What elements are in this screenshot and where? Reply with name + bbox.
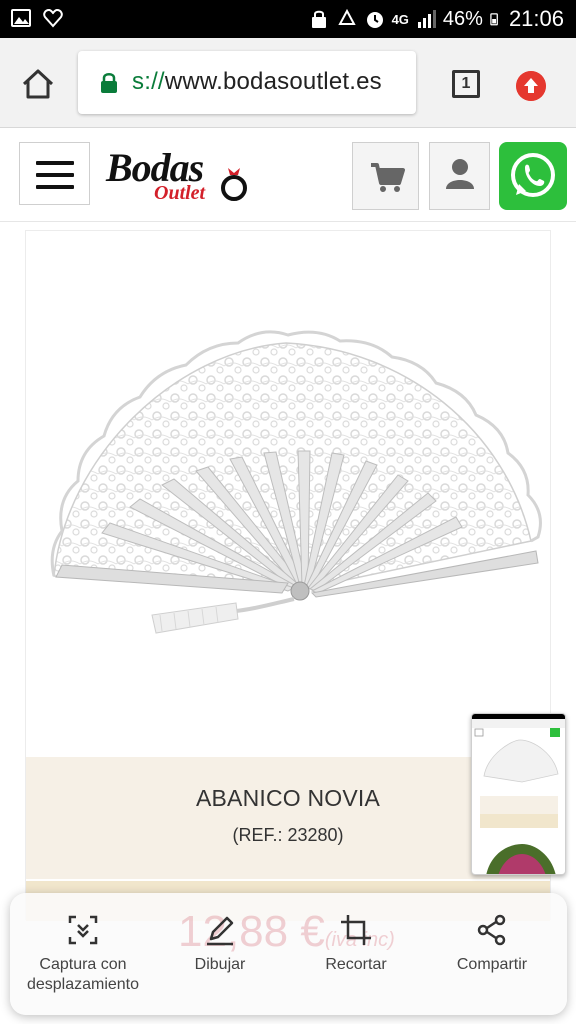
alarm-icon (366, 12, 383, 28)
lock-icon (101, 73, 117, 93)
site-header: Bodas Outlet (0, 128, 576, 222)
product-image[interactable] (26, 231, 550, 757)
screenshot-thumbnail[interactable] (471, 713, 566, 875)
share-icon (477, 914, 506, 946)
site-logo[interactable]: Bodas Outlet (106, 144, 252, 206)
thumbnail-preview (472, 714, 565, 874)
cart-icon (371, 163, 405, 192)
screen: 4G 46% 21:06 s://www.bodasoutlet.es 1 Bo… (0, 0, 576, 1024)
user-icon (446, 159, 474, 189)
heart-icon (43, 8, 63, 28)
address-bar[interactable]: s://www.bodasoutlet.es (78, 51, 416, 114)
network-type: 4G (391, 11, 409, 27)
url-scheme: s:// (132, 68, 165, 95)
clock: 21:06 (508, 6, 564, 31)
capture-toolbar: 12,88 €(iva inc) Captura con desplazamie… (10, 893, 567, 1015)
scroll-capture-label-1: Captura con (39, 956, 127, 973)
logo-sub-text: Outlet (154, 182, 206, 204)
signal-icon (417, 10, 436, 28)
url-text: s://www.bodasoutlet.es (132, 68, 382, 96)
ring-icon (221, 168, 247, 201)
whatsapp-icon (511, 153, 555, 197)
crop-button[interactable]: Recortar (291, 913, 421, 1003)
whatsapp-button[interactable] (499, 142, 567, 210)
account-button[interactable] (429, 142, 490, 210)
hamburger-icon[interactable] (19, 142, 90, 205)
tab-count: 1 (461, 75, 471, 92)
scroll-capture-icon (68, 915, 98, 945)
crop-label: Recortar (325, 956, 387, 973)
scroll-capture-button[interactable]: Captura con desplazamiento (18, 913, 148, 1003)
url-host: www.bodasoutlet.es (164, 68, 382, 95)
cart-button[interactable] (352, 142, 419, 210)
crop-icon (341, 915, 371, 945)
draw-button[interactable]: Dibujar (155, 913, 285, 1003)
draw-label: Dibujar (194, 956, 246, 973)
home-icon[interactable] (18, 64, 58, 104)
recycle-icon (337, 8, 356, 25)
battery-icon (490, 13, 498, 26)
browser-toolbar: s://www.bodasoutlet.es 1 (0, 38, 576, 128)
tab-switcher-icon[interactable]: 1 (452, 70, 480, 98)
update-icon[interactable] (516, 71, 546, 101)
share-button[interactable]: Compartir (427, 913, 557, 1003)
lock-status-icon (311, 10, 326, 28)
status-bar: 4G 46% 21:06 (0, 0, 576, 38)
pen-icon (207, 916, 234, 946)
scroll-capture-label-2: desplazamiento (26, 976, 140, 993)
share-label: Compartir (456, 956, 528, 973)
lace-fan-image (50, 330, 542, 634)
gallery-icon (11, 9, 31, 27)
battery-percent: 46% (442, 7, 483, 30)
